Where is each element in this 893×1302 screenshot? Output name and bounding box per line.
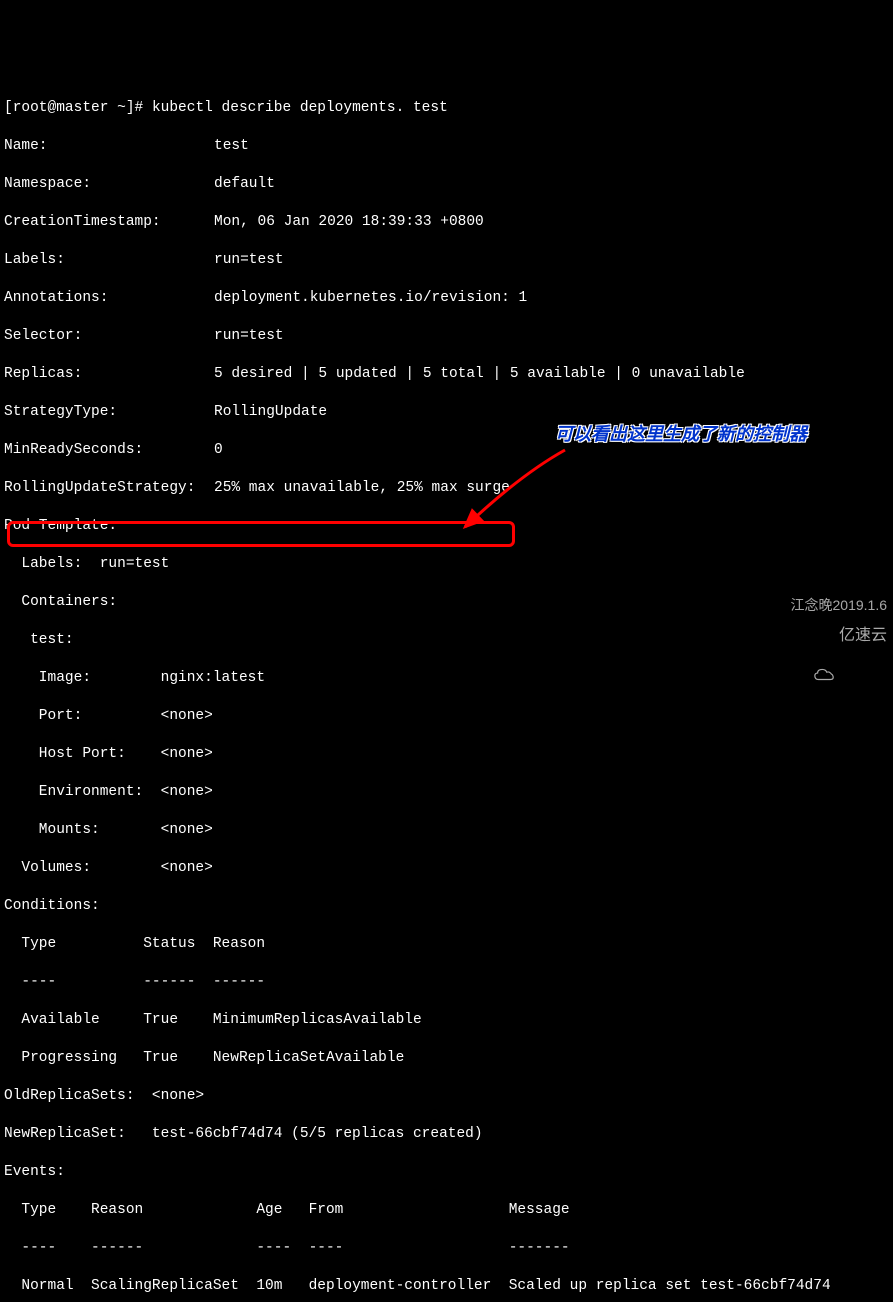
field-strategy-type: StrategyType:RollingUpdate — [4, 403, 889, 422]
pod-template-header: Pod Template: — [4, 517, 889, 536]
pod-environment: Environment: <none> — [4, 783, 889, 802]
pod-labels: Labels: run=test — [4, 555, 889, 574]
cloud-icon — [813, 628, 835, 644]
pod-port: Port: <none> — [4, 707, 889, 726]
event-row: Normal ScalingReplicaSet 10m deployment-… — [4, 1277, 889, 1296]
old-replica-sets: OldReplicaSets: <none> — [4, 1087, 889, 1106]
pod-container-test: test: — [4, 631, 889, 650]
conditions-dashes: ---- ------ ------ — [4, 973, 889, 992]
field-rolling-update-strategy: RollingUpdateStrategy:25% max unavailabl… — [4, 479, 889, 498]
condition-progressing: Progressing True NewReplicaSetAvailable — [4, 1049, 889, 1068]
events-columns: Type Reason Age From Message — [4, 1201, 889, 1220]
watermark-brand: 亿速云 — [813, 626, 887, 645]
pod-image: Image: nginx:latest — [4, 669, 889, 688]
new-replica-set: NewReplicaSet: test-66cbf74d74 (5/5 repl… — [4, 1125, 889, 1144]
pod-containers: Containers: — [4, 593, 889, 612]
pod-volumes: Volumes: <none> — [4, 859, 889, 878]
events-header: Events: — [4, 1163, 889, 1182]
field-creation-timestamp: CreationTimestamp:Mon, 06 Jan 2020 18:39… — [4, 213, 889, 232]
terminal-output: [root@master ~]# kubectl describe deploy… — [4, 80, 889, 1302]
field-annotations: Annotations:deployment.kubernetes.io/rev… — [4, 289, 889, 308]
conditions-header: Conditions: — [4, 897, 889, 916]
events-dashes: ---- ------ ---- ---- ------- — [4, 1239, 889, 1258]
shell-prompt: [root@master ~]# — [4, 100, 152, 116]
watermark-author: 江念晚2019.1.6 — [791, 596, 888, 615]
field-replicas: Replicas:5 desired | 5 updated | 5 total… — [4, 365, 889, 384]
command-text: kubectl describe deployments. test — [152, 100, 448, 116]
annotation-text: 可以看出这里生成了新的控制器 — [555, 425, 807, 444]
field-name: Name:test — [4, 137, 889, 156]
field-namespace: Namespace:default — [4, 175, 889, 194]
field-labels: Labels:run=test — [4, 251, 889, 270]
command-line: [root@master ~]# kubectl describe deploy… — [4, 99, 889, 118]
pod-host-port: Host Port: <none> — [4, 745, 889, 764]
pod-mounts: Mounts: <none> — [4, 821, 889, 840]
conditions-columns: Type Status Reason — [4, 935, 889, 954]
condition-available: Available True MinimumReplicasAvailable — [4, 1011, 889, 1030]
field-selector: Selector:run=test — [4, 327, 889, 346]
